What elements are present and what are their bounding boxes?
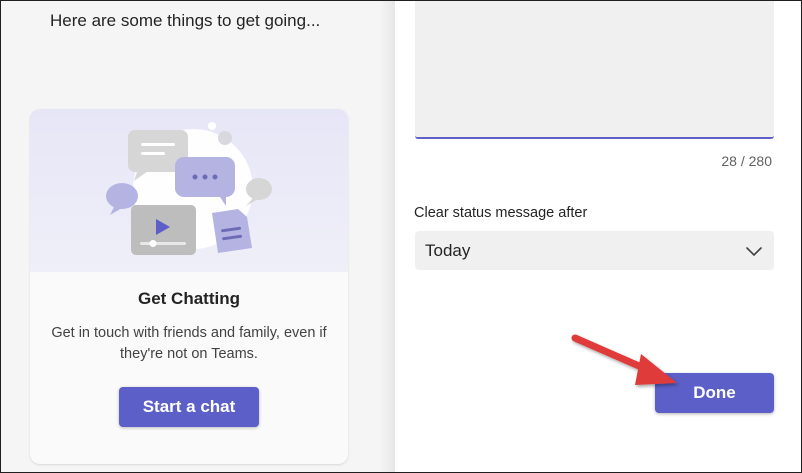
pane-divider (379, 1, 395, 472)
welcome-pane: Here are some things to get going... Get… (1, 1, 379, 472)
card-title: Get Chatting (138, 289, 240, 308)
start-chat-button[interactable]: Start a chat (119, 387, 259, 427)
card-description: Get in touch with friends and family, ev… (51, 325, 327, 362)
intro-text: Here are some things to get going... (50, 11, 321, 30)
chevron-down-icon (746, 244, 762, 262)
clear-after-dropdown[interactable]: Today (415, 231, 774, 270)
card-illustration (30, 109, 348, 272)
chat-bubbles-illustration-icon (106, 122, 272, 255)
clear-after-label: Clear status message after (414, 205, 588, 221)
done-button[interactable]: Done (655, 373, 774, 413)
app-window: Here are some things to get going... Get… (0, 0, 802, 473)
character-count: 28 / 280 (721, 153, 772, 169)
clear-after-selected-value: Today (425, 241, 471, 260)
status-message-pane: 28 / 280 Clear status message after Toda… (395, 1, 801, 472)
status-message-input[interactable] (415, 1, 774, 139)
get-chatting-card: Get Chatting Get in touch with friends a… (30, 109, 348, 464)
